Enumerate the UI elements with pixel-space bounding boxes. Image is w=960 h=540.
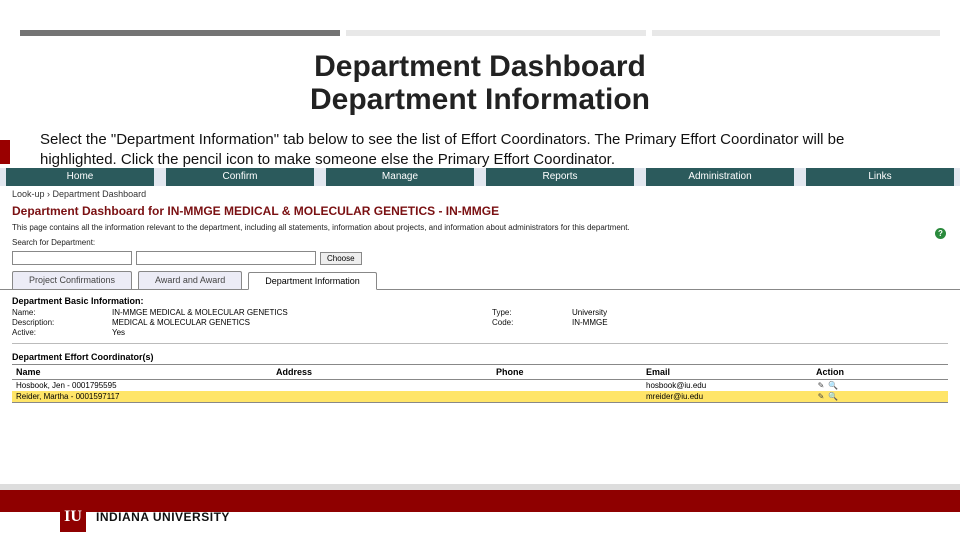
rule-segment-dark [20, 30, 340, 36]
cell-phone [492, 380, 642, 392]
search-department-input[interactable] [12, 251, 132, 265]
footer-branding: IU INDIANA UNIVERSITY [60, 502, 230, 532]
slide-top-rule [20, 30, 940, 36]
col-email: Email [642, 365, 812, 380]
nav-links[interactable]: Links [806, 168, 954, 186]
cell-name: Reider, Martha - 0001597117 [12, 391, 272, 403]
cell-phone [492, 391, 642, 403]
basic-active-value: Yes [112, 328, 492, 337]
table-row: Reider, Martha - 0001597117 mreider@iu.e… [12, 391, 948, 403]
slide-accent-bar [0, 140, 10, 164]
slide-instructions: Select the "Department Information" tab … [40, 130, 920, 169]
col-name: Name [12, 365, 272, 380]
iu-logo-text: IU [64, 508, 82, 526]
magnifier-icon[interactable]: 🔍 [828, 392, 838, 401]
slide-footer: IU INDIANA UNIVERSITY [0, 484, 960, 540]
iu-org-name: INDIANA UNIVERSITY [96, 510, 230, 524]
choose-button[interactable]: Choose [320, 252, 362, 265]
tabs-bar: Project Confirmations Award and Award De… [0, 271, 960, 290]
col-phone: Phone [492, 365, 642, 380]
basic-desc-value: MEDICAL & MOLECULAR GENETICS [112, 318, 492, 327]
nav-reports[interactable]: Reports [486, 168, 634, 186]
pencil-icon[interactable]: ✎ [816, 392, 826, 401]
basic-name-label: Name: [12, 308, 112, 317]
basic-info-heading: Department Basic Information: [0, 290, 960, 308]
breadcrumb: Look-up › Department Dashboard [0, 186, 960, 202]
cell-email: mreider@iu.edu [642, 391, 812, 403]
cell-action: ✎ 🔍 [812, 391, 948, 403]
cell-email: hosbook@iu.edu [642, 380, 812, 392]
slide-title-line-1: Department Dashboard [314, 50, 646, 83]
divider [12, 343, 948, 344]
basic-desc-label: Description: [12, 318, 112, 327]
col-action: Action [812, 365, 948, 380]
dashboard-title: Department Dashboard for IN-MMGE MEDICAL… [0, 202, 520, 219]
basic-type-label: Type: [492, 308, 572, 317]
search-department-input-2[interactable] [136, 251, 316, 265]
basic-type-value: University [572, 308, 692, 317]
tab-project-confirmations[interactable]: Project Confirmations [12, 271, 132, 289]
nav-confirm[interactable]: Confirm [166, 168, 314, 186]
tab-department-information[interactable]: Department Information [248, 272, 377, 290]
search-row: Choose [0, 249, 960, 271]
app-screenshot: Home Confirm Manage Reports Administrati… [0, 168, 960, 480]
breadcrumb-dashboard[interactable]: Department Dashboard [53, 189, 147, 199]
basic-active-label: Active: [12, 328, 112, 337]
app-nav-bar: Home Confirm Manage Reports Administrati… [0, 168, 960, 186]
nav-administration[interactable]: Administration [646, 168, 794, 186]
nav-manage[interactable]: Manage [326, 168, 474, 186]
magnifier-icon[interactable]: 🔍 [828, 381, 838, 390]
breadcrumb-lookup[interactable]: Look-up [12, 189, 45, 199]
search-label: Search for Department: [0, 234, 960, 249]
effort-coordinators-heading: Department Effort Coordinator(s) [0, 346, 960, 364]
slide-title-line-2: Department Information [310, 83, 650, 116]
basic-code-value: IN-MMGE [572, 318, 692, 327]
cell-address [272, 380, 492, 392]
basic-name-value: IN-MMGE MEDICAL & MOLECULAR GENETICS [112, 308, 492, 317]
rule-segment-light-1 [346, 30, 646, 36]
rule-segment-light-2 [652, 30, 940, 36]
tab-award-and-award[interactable]: Award and Award [138, 271, 242, 289]
pencil-icon[interactable]: ✎ [816, 381, 826, 390]
effort-coordinators-table: Name Address Phone Email Action Hosbook,… [12, 364, 948, 403]
nav-home[interactable]: Home [6, 168, 154, 186]
table-row: Hosbook, Jen - 0001795595 hosbook@iu.edu… [12, 380, 948, 392]
col-address: Address [272, 365, 492, 380]
dashboard-description: This page contains all the information r… [0, 219, 960, 234]
help-icon[interactable]: ? [935, 228, 946, 239]
basic-code-label: Code: [492, 318, 572, 327]
cell-name: Hosbook, Jen - 0001795595 [12, 380, 272, 392]
iu-logo: IU [60, 502, 86, 532]
cell-address [272, 391, 492, 403]
slide-title-block: Department Dashboard Department Informat… [0, 50, 960, 116]
basic-info-grid: Name: IN-MMGE MEDICAL & MOLECULAR GENETI… [0, 308, 960, 341]
cell-action: ✎ 🔍 [812, 380, 948, 392]
